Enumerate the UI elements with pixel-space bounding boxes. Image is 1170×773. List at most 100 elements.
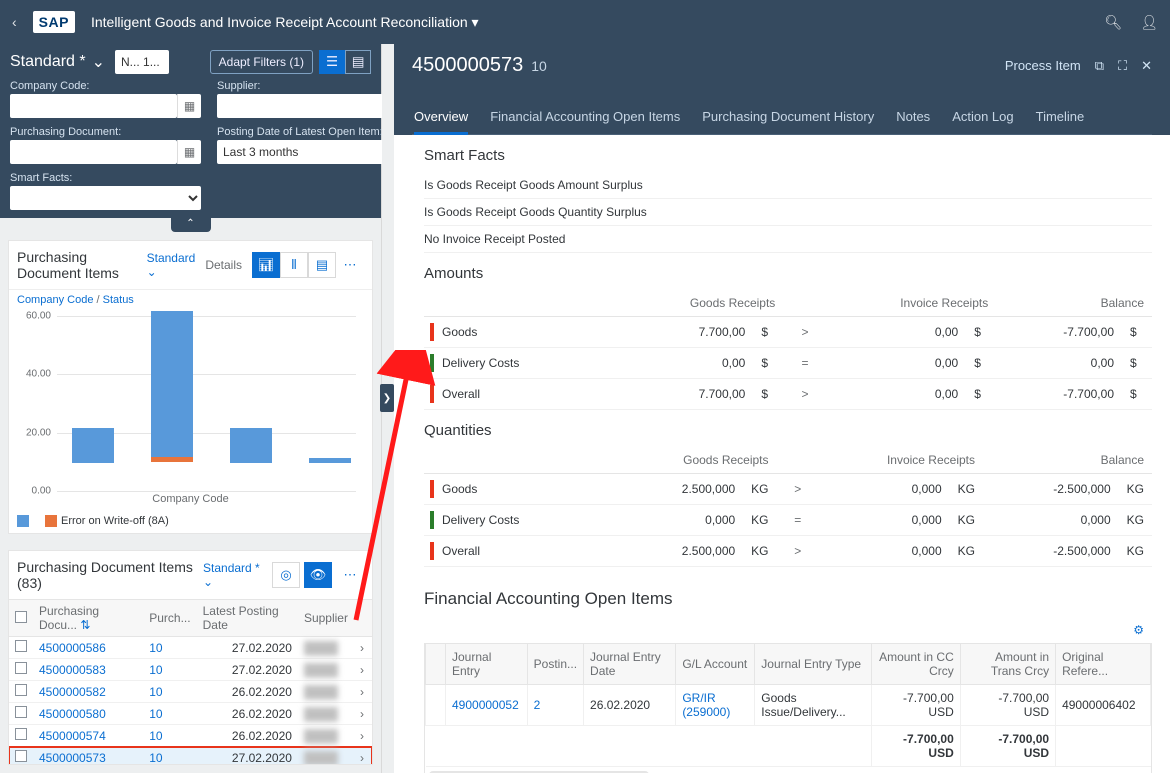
je-link[interactable]: 4900000052 xyxy=(452,698,519,712)
item-link[interactable]: 10 xyxy=(149,729,162,743)
chart-bar[interactable] xyxy=(151,311,193,458)
input-company-code[interactable] xyxy=(10,94,177,118)
input-posting-date[interactable] xyxy=(217,140,384,164)
nav-icon[interactable]: › xyxy=(354,659,372,681)
nav-icon[interactable]: › xyxy=(354,681,372,703)
splitter-handle-icon[interactable]: ❯ xyxy=(380,384,394,412)
row-checkbox[interactable] xyxy=(15,706,27,718)
list-variant[interactable]: Standard * ⌄ xyxy=(203,561,264,589)
row-checkbox[interactable] xyxy=(15,750,27,762)
item-link[interactable]: 10 xyxy=(149,751,162,764)
doc-link[interactable]: 4500000574 xyxy=(39,729,106,743)
chart-bar[interactable] xyxy=(309,458,351,463)
doc-link[interactable]: 4500000583 xyxy=(39,663,106,677)
supplier-cell: ████ xyxy=(304,751,338,764)
metric-row: Goods2.500,000KG>0,000KG-2.500,000KG xyxy=(424,474,1152,505)
variant-selector[interactable]: Standard * ⌄ xyxy=(10,52,105,72)
vh-company-code-icon[interactable]: ▦ xyxy=(177,94,201,118)
tab-timeline[interactable]: Timeline xyxy=(1036,101,1085,134)
chart-bar[interactable] xyxy=(72,428,114,463)
collapse-filter-icon[interactable]: ⌃ xyxy=(171,218,211,232)
doc-link[interactable]: 4500000580 xyxy=(39,707,106,721)
col-item[interactable]: Purch... xyxy=(143,600,196,637)
label-posting-date: Posting Date of Latest Open Item: xyxy=(217,126,408,138)
label-company-code: Company Code: xyxy=(10,80,201,92)
select-smart-facts[interactable] xyxy=(10,186,201,210)
item-link[interactable]: 10 xyxy=(149,641,162,655)
nav-icon[interactable]: › xyxy=(354,637,372,659)
col-supplier[interactable]: Supplier xyxy=(298,600,354,637)
gl-link[interactable]: GR/IR (259000) xyxy=(682,691,730,719)
quick-filter-input[interactable] xyxy=(115,50,169,74)
item-link[interactable]: 10 xyxy=(149,685,162,699)
nav-icon[interactable]: › xyxy=(354,703,372,725)
table-row[interactable]: 45000005801026.02.2020████› xyxy=(9,703,372,725)
chart-type-table-icon[interactable]: ▤ xyxy=(308,252,336,278)
table-row[interactable]: 45000005861027.02.2020████› xyxy=(9,637,372,659)
input-supplier[interactable] xyxy=(217,94,384,118)
nav-icon[interactable]: › xyxy=(354,747,372,764)
doc-link[interactable]: 4500000586 xyxy=(39,641,106,655)
master-column: Standard * ⌄ Adapt Filters (1) ☰ ▤ Compa… xyxy=(0,44,382,773)
smart-fact: Is Goods Receipt Goods Amount Surplus xyxy=(424,172,1152,199)
item-link[interactable]: 10 xyxy=(149,663,162,677)
fi-settings-icon[interactable]: ⚙ xyxy=(1133,623,1144,637)
open-new-window-icon[interactable]: ⧉ xyxy=(1095,58,1104,74)
chart-more-icon[interactable]: ⋯ xyxy=(336,252,364,278)
col-date[interactable]: Latest Posting Date xyxy=(197,600,298,637)
input-purchdoc[interactable] xyxy=(10,140,177,164)
tab-action-log[interactable]: Action Log xyxy=(952,101,1013,134)
chart-type-bar-icon[interactable]: 📊︎ xyxy=(252,252,280,278)
tab-notes[interactable]: Notes xyxy=(896,101,930,134)
chart-details-link[interactable]: Details xyxy=(205,258,242,272)
row-checkbox[interactable] xyxy=(15,640,27,652)
view-list-button[interactable]: ☰ xyxy=(319,50,345,74)
list-panel-title: Purchasing Document Items (83) xyxy=(17,559,195,591)
shell-header: ‹ SAP Intelligent Goods and Invoice Rece… xyxy=(0,0,1170,44)
user-icon[interactable]: 👤︎ xyxy=(1140,14,1158,31)
app-title[interactable]: Intelligent Goods and Invoice Receipt Ac… xyxy=(91,14,479,31)
chart-variant[interactable]: Standard ⌄ xyxy=(147,251,196,279)
visibility-icon[interactable]: 👁︎ xyxy=(304,562,332,588)
process-item-button[interactable]: Process Item xyxy=(1005,58,1081,73)
table-row[interactable]: 45000005821026.02.2020████› xyxy=(9,681,372,703)
chart-bar[interactable] xyxy=(230,428,272,463)
row-checkbox[interactable] xyxy=(15,684,27,696)
doc-link[interactable]: 4500000573 xyxy=(39,751,106,764)
adapt-filters-button[interactable]: Adapt Filters (1) xyxy=(210,50,313,74)
tab-overview[interactable]: Overview xyxy=(414,101,468,135)
row-checkbox[interactable] xyxy=(15,662,27,674)
doc-link[interactable]: 4500000582 xyxy=(39,685,106,699)
chart-type-column-icon[interactable]: ⫴ xyxy=(280,252,308,278)
tab-purchasing-document-history[interactable]: Purchasing Document History xyxy=(702,101,874,134)
tab-financial-accounting-open-items[interactable]: Financial Accounting Open Items xyxy=(490,101,680,134)
object-item: 10 xyxy=(531,58,547,74)
chart[interactable]: 0.0020.0040.0060.00———— xyxy=(17,316,364,491)
view-chart-button[interactable]: ▤ xyxy=(345,50,371,74)
vh-purchdoc-icon[interactable]: ▦ xyxy=(177,140,201,164)
list-more-icon[interactable]: ⋯ xyxy=(336,562,364,588)
fi-table: Journal EntryPostin...Journal Entry Date… xyxy=(425,643,1151,767)
chart-dim1[interactable]: Company Code xyxy=(17,294,93,306)
smart-facts-title: Smart Facts xyxy=(424,147,1152,164)
fi-row[interactable]: 4900000052226.02.2020GR/IR (259000)Goods… xyxy=(426,685,1151,726)
col-doc[interactable]: Purchasing Docu... ⇅ xyxy=(33,600,143,637)
legend-item xyxy=(17,515,33,527)
search-icon[interactable]: 🔍︎ xyxy=(1104,14,1122,31)
close-icon[interactable]: ✕ xyxy=(1141,58,1152,74)
table-row[interactable]: 45000005731027.02.2020████› xyxy=(9,747,372,764)
table-row[interactable]: 45000005831027.02.2020████› xyxy=(9,659,372,681)
je-post-link[interactable]: 2 xyxy=(534,698,541,712)
sap-logo: SAP xyxy=(33,11,75,33)
table-row[interactable]: 45000005741026.02.2020████› xyxy=(9,725,372,747)
supplier-cell: ████ xyxy=(304,707,338,721)
item-link[interactable]: 10 xyxy=(149,707,162,721)
supplier-cell: ████ xyxy=(304,685,338,699)
fullscreen-icon[interactable]: ⛶ xyxy=(1118,58,1127,74)
row-checkbox[interactable] xyxy=(15,728,27,740)
select-all-checkbox[interactable] xyxy=(15,611,27,623)
nav-icon[interactable]: › xyxy=(354,725,372,747)
splitter[interactable]: ❯ xyxy=(382,44,394,773)
show-hide-icon[interactable]: ◎ xyxy=(272,562,300,588)
back-button[interactable]: ‹ xyxy=(12,14,17,30)
